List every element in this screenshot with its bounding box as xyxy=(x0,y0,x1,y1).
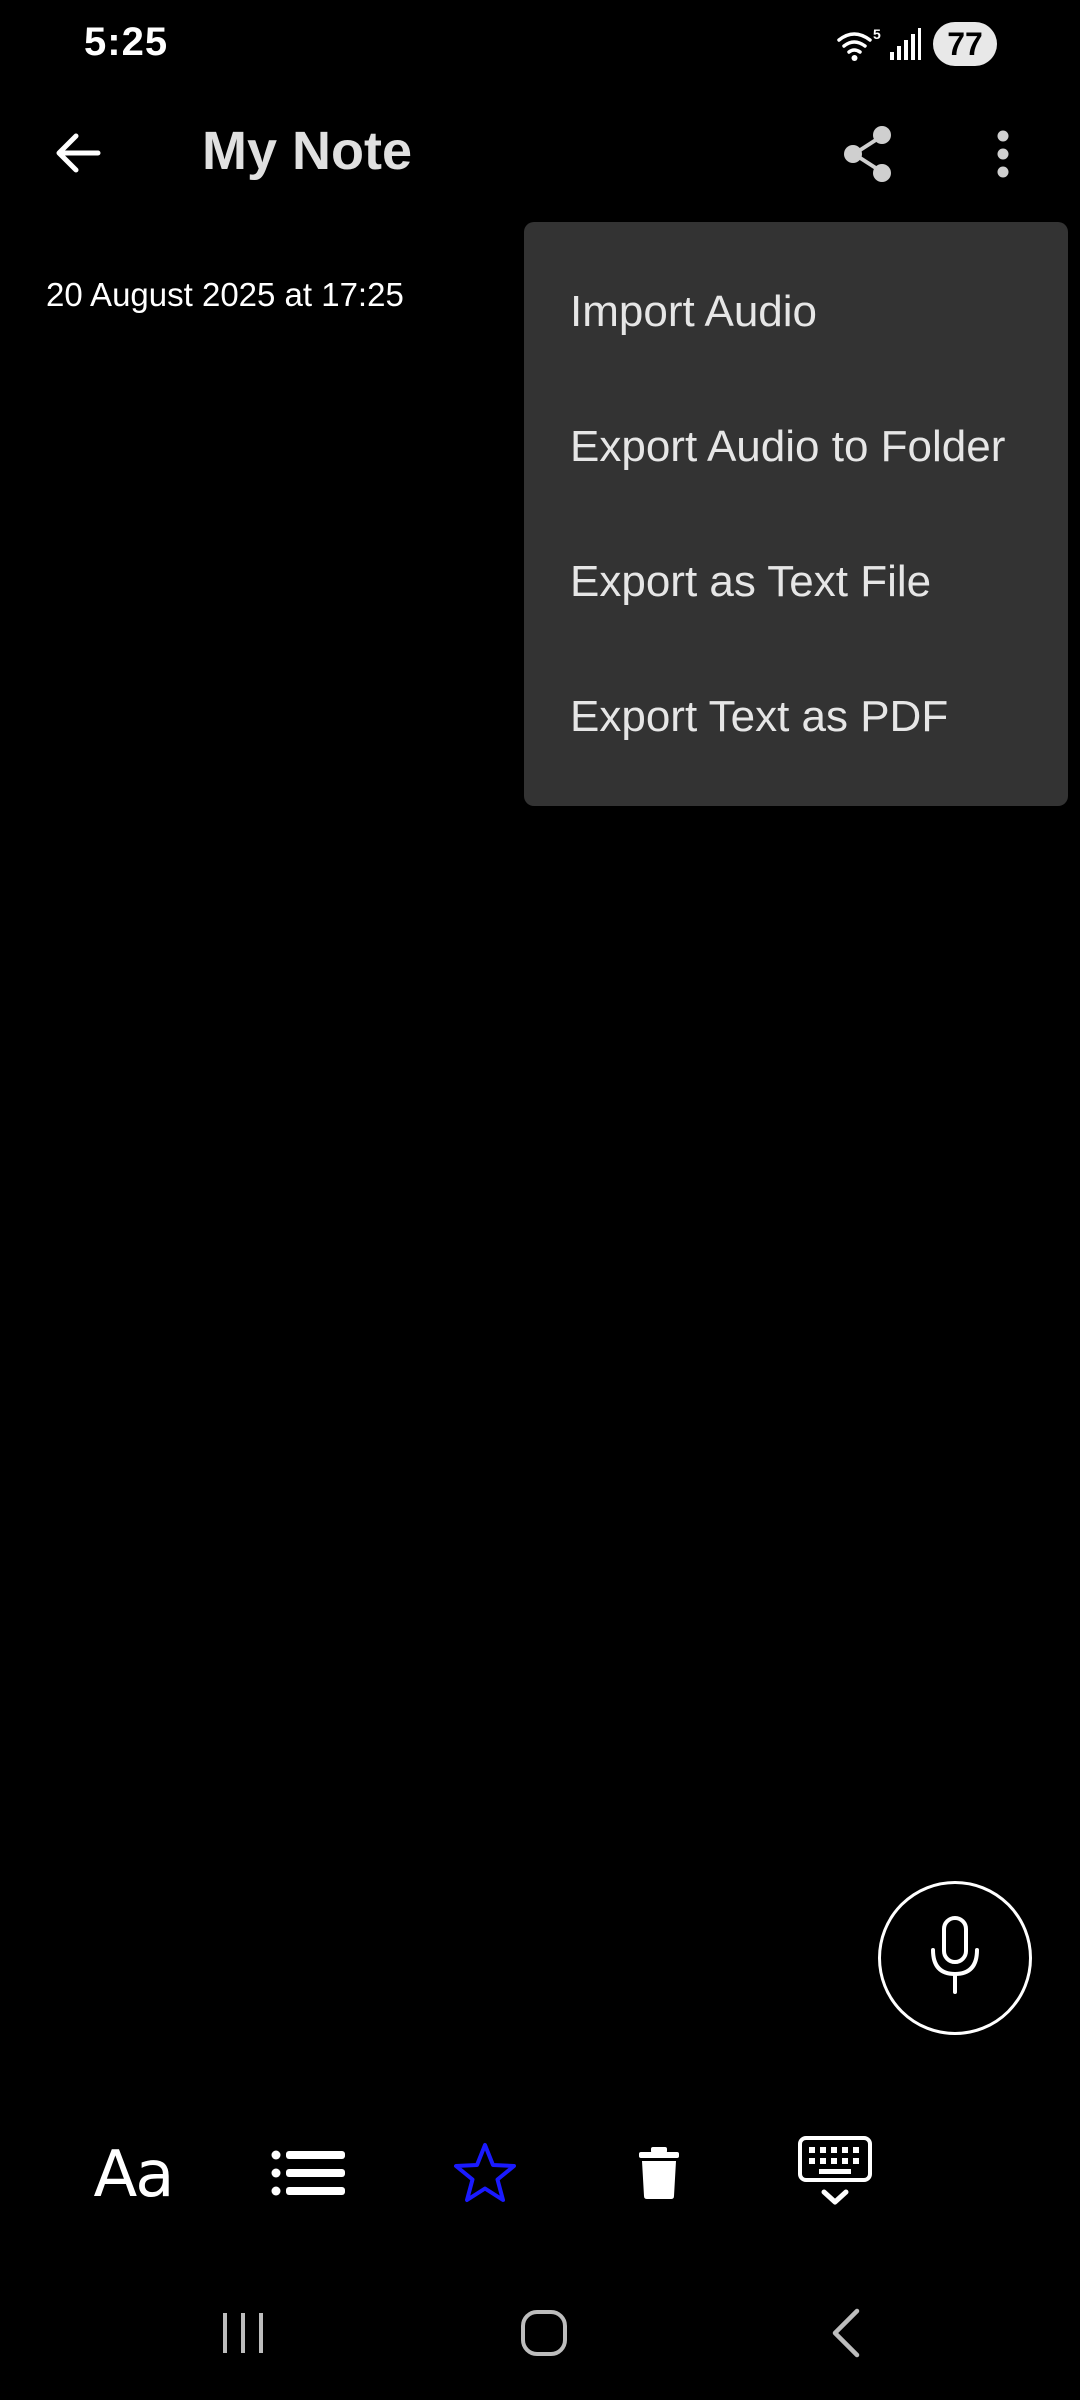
network-type-label: 5 xyxy=(873,26,881,42)
favorite-button[interactable] xyxy=(430,2120,540,2230)
bottom-toolbar: Aa xyxy=(0,2120,1080,2230)
share-icon xyxy=(840,124,896,189)
menu-item-import-audio[interactable]: Import Audio xyxy=(524,244,1068,379)
microphone-icon xyxy=(927,1915,983,2001)
more-vertical-icon xyxy=(995,129,1011,184)
overflow-menu: Import Audio Export Audio to Folder Expo… xyxy=(524,222,1068,806)
keyboard-hide-icon xyxy=(797,2135,873,2216)
list-button[interactable] xyxy=(254,2120,364,2230)
system-nav-bar xyxy=(0,2290,1080,2380)
nav-back-icon xyxy=(829,2308,863,2363)
list-icon xyxy=(271,2148,347,2203)
status-bar: 5:25 5 77 xyxy=(0,0,1080,90)
menu-item-export-audio-to-folder[interactable]: Export Audio to Folder xyxy=(524,379,1068,514)
status-time: 5:25 xyxy=(84,20,169,64)
trash-icon xyxy=(637,2146,681,2205)
home-button[interactable] xyxy=(484,2290,604,2380)
nav-back-button[interactable] xyxy=(786,2290,906,2380)
text-format-button[interactable]: Aa xyxy=(78,2120,188,2230)
more-options-button[interactable] xyxy=(968,118,1038,194)
home-icon xyxy=(519,2308,569,2363)
note-date: 20 August 2025 at 17:25 xyxy=(46,276,404,313)
star-icon xyxy=(452,2141,518,2210)
delete-button[interactable] xyxy=(604,2120,714,2230)
recent-apps-button[interactable] xyxy=(183,2290,303,2380)
page-title: My Note xyxy=(202,121,413,181)
menu-item-export-pdf[interactable]: Export Text as PDF xyxy=(524,649,1068,784)
back-button[interactable] xyxy=(38,115,118,195)
back-arrow-icon xyxy=(52,127,104,184)
battery-indicator: 77 xyxy=(933,22,997,66)
share-button[interactable] xyxy=(826,118,910,194)
wifi-icon: 5 xyxy=(836,26,882,64)
recent-apps-icon xyxy=(220,2311,266,2360)
signal-icon xyxy=(888,28,922,62)
hide-keyboard-button[interactable] xyxy=(780,2120,890,2230)
text-format-icon: Aa xyxy=(93,2138,175,2212)
menu-item-export-text-file[interactable]: Export as Text File xyxy=(524,514,1068,649)
record-audio-button[interactable] xyxy=(878,1881,1032,2035)
